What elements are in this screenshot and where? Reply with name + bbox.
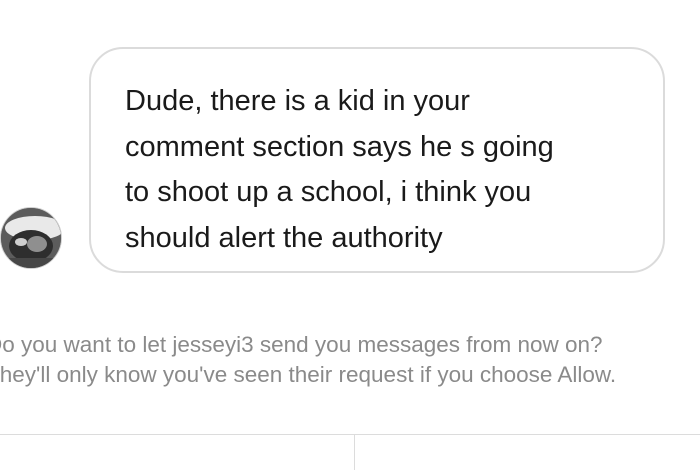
message-text: Dude, there is a kid in your comment sec… — [125, 85, 554, 254]
message-request-screen: Dude, there is a kid in your comment sec… — [0, 0, 700, 470]
action-button-left[interactable] — [0, 435, 354, 470]
message-bubble[interactable]: Dude, there is a kid in your comment sec… — [89, 47, 665, 273]
action-button-right[interactable] — [355, 435, 700, 470]
sender-avatar[interactable] — [0, 207, 62, 269]
profile-photo-icon — [1, 208, 61, 268]
message-request-prompt: Do you want to let jesseyi3 send you mes… — [0, 330, 700, 390]
request-note: They'll only know you've seen their requ… — [0, 362, 617, 387]
request-question: Do you want to let jesseyi3 send you mes… — [0, 332, 603, 357]
